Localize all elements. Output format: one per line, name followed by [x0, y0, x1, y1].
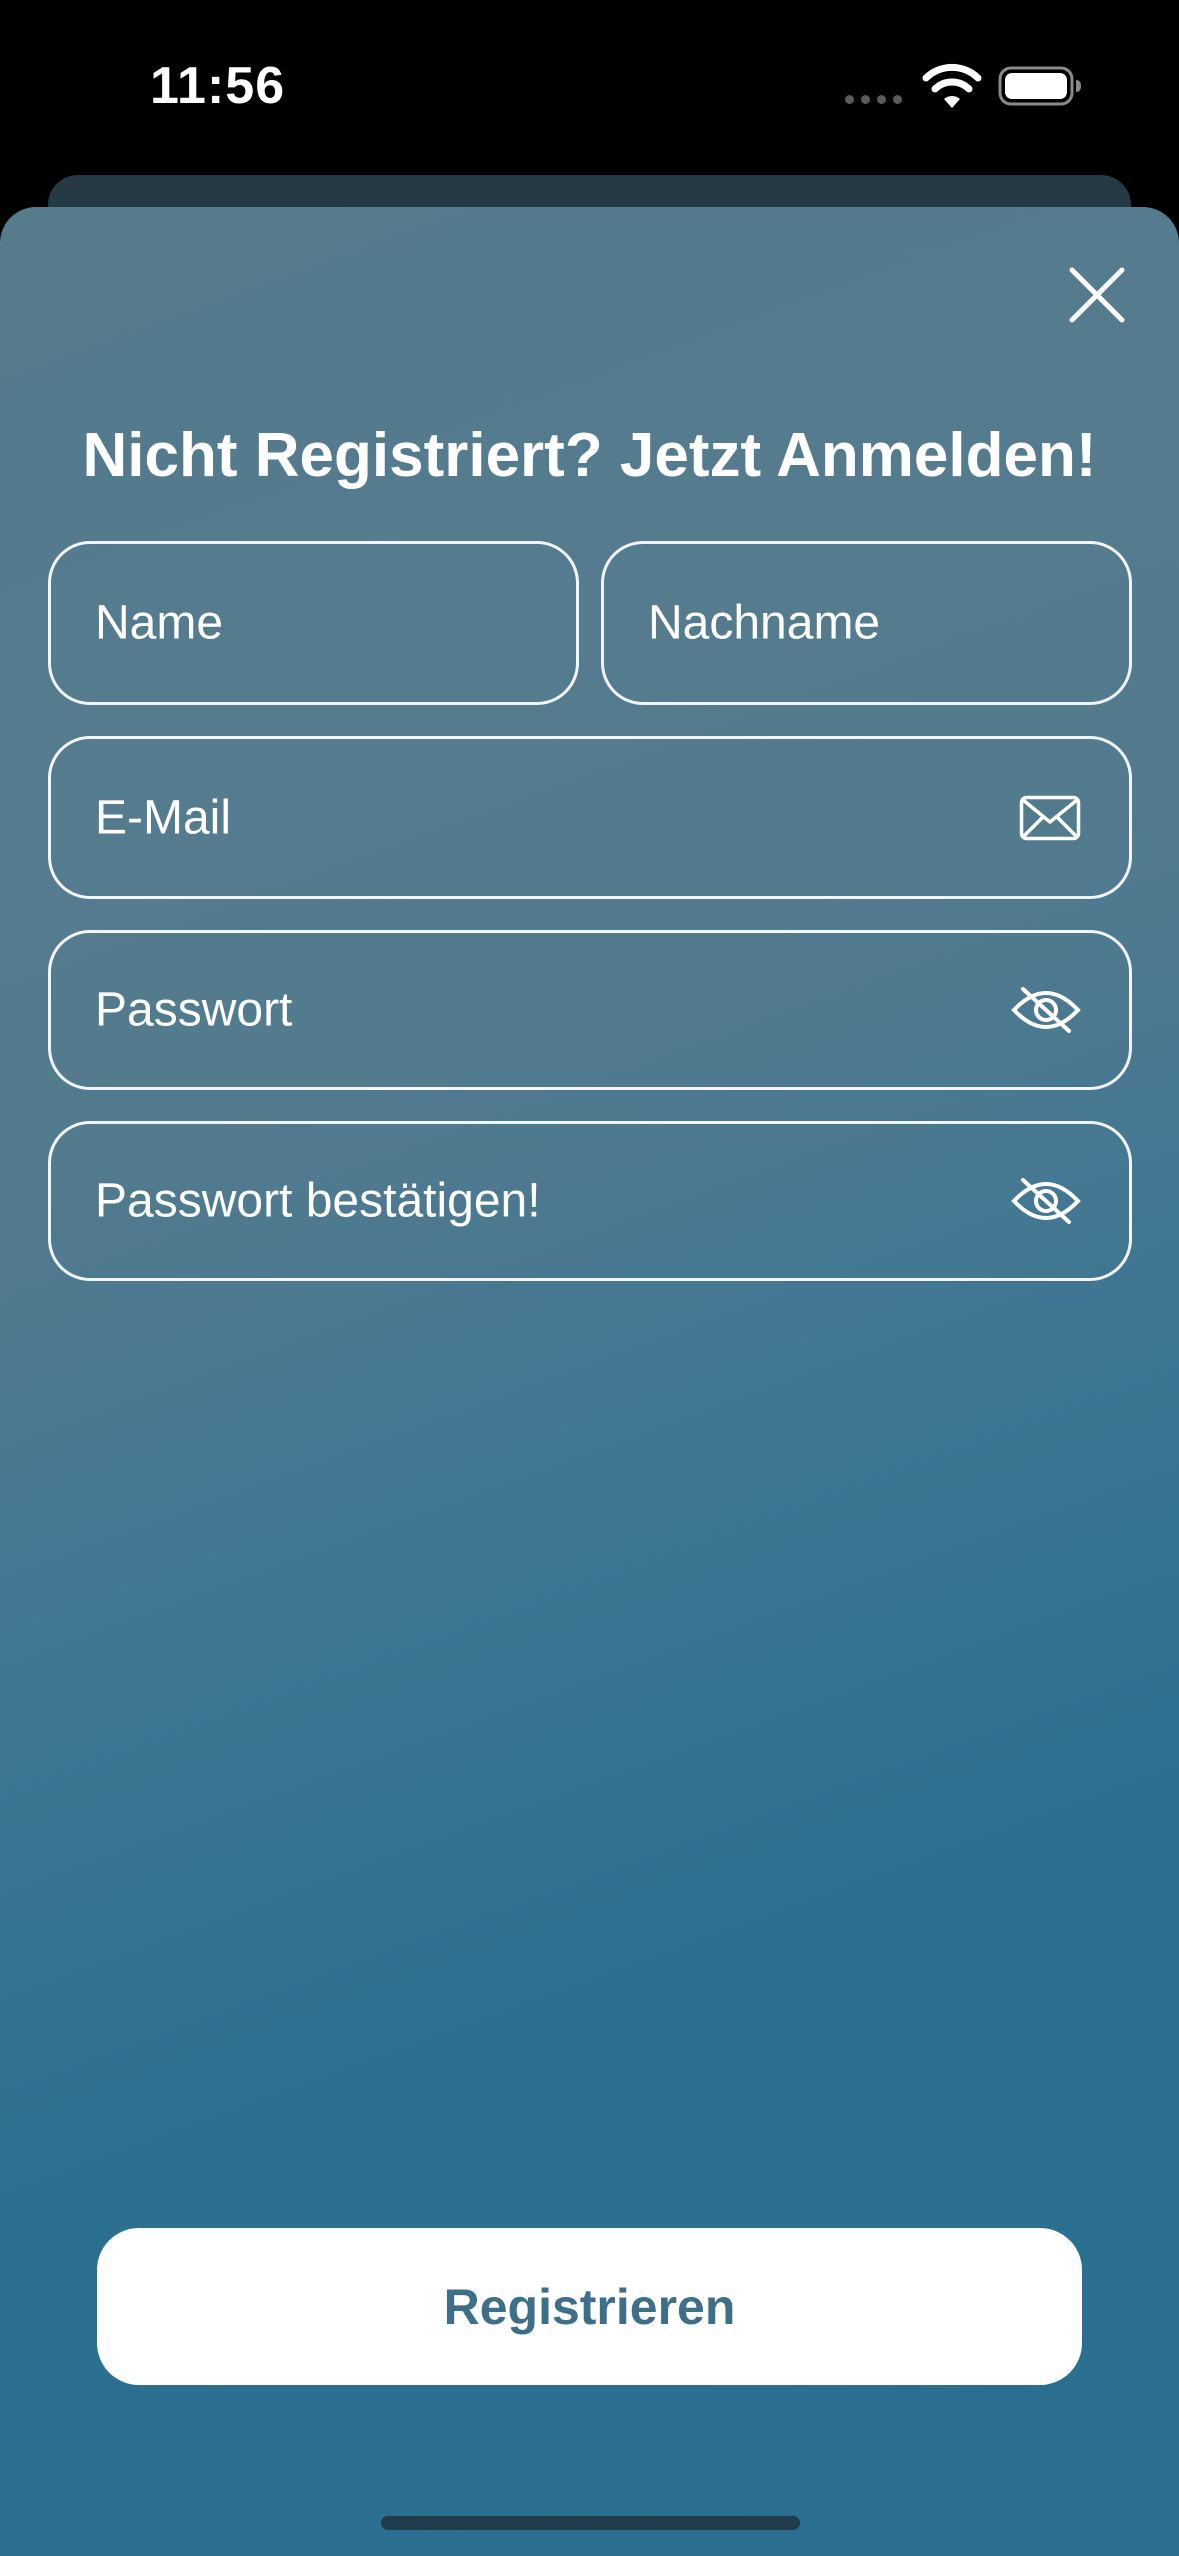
- close-icon[interactable]: [1066, 264, 1128, 326]
- register-button-label: Registrieren: [443, 2278, 736, 2335]
- home-indicator[interactable]: [381, 2516, 800, 2530]
- email-placeholder: E-Mail: [95, 791, 232, 844]
- name-field[interactable]: Name: [48, 541, 579, 705]
- email-field[interactable]: E-Mail: [48, 736, 1132, 899]
- name-placeholder: Name: [95, 596, 224, 650]
- eye-slash-icon[interactable]: [1011, 984, 1081, 1036]
- lastname-field[interactable]: Nachname: [601, 541, 1132, 705]
- wifi-icon: [922, 63, 982, 108]
- screen: 11:56 Nicht Registriert? Jetzt Anmelden!…: [0, 0, 1179, 2556]
- cellular-signal-icon: [845, 95, 905, 105]
- status-bar: 11:56: [0, 0, 1179, 170]
- confirm-password-placeholder: Passwort bestätigen!: [95, 1174, 541, 1228]
- battery-icon: [998, 66, 1081, 106]
- envelope-icon: [1019, 795, 1081, 840]
- register-button[interactable]: Registrieren: [97, 2228, 1082, 2385]
- page-title: Nicht Registriert? Jetzt Anmelden!: [82, 421, 1097, 490]
- lastname-placeholder: Nachname: [648, 596, 881, 650]
- status-time: 11:56: [150, 57, 286, 115]
- eye-slash-icon[interactable]: [1011, 1175, 1081, 1227]
- confirm-password-field[interactable]: Passwort bestätigen!: [48, 1121, 1132, 1281]
- password-placeholder: Passwort: [95, 983, 293, 1037]
- password-field[interactable]: Passwort: [48, 930, 1132, 1090]
